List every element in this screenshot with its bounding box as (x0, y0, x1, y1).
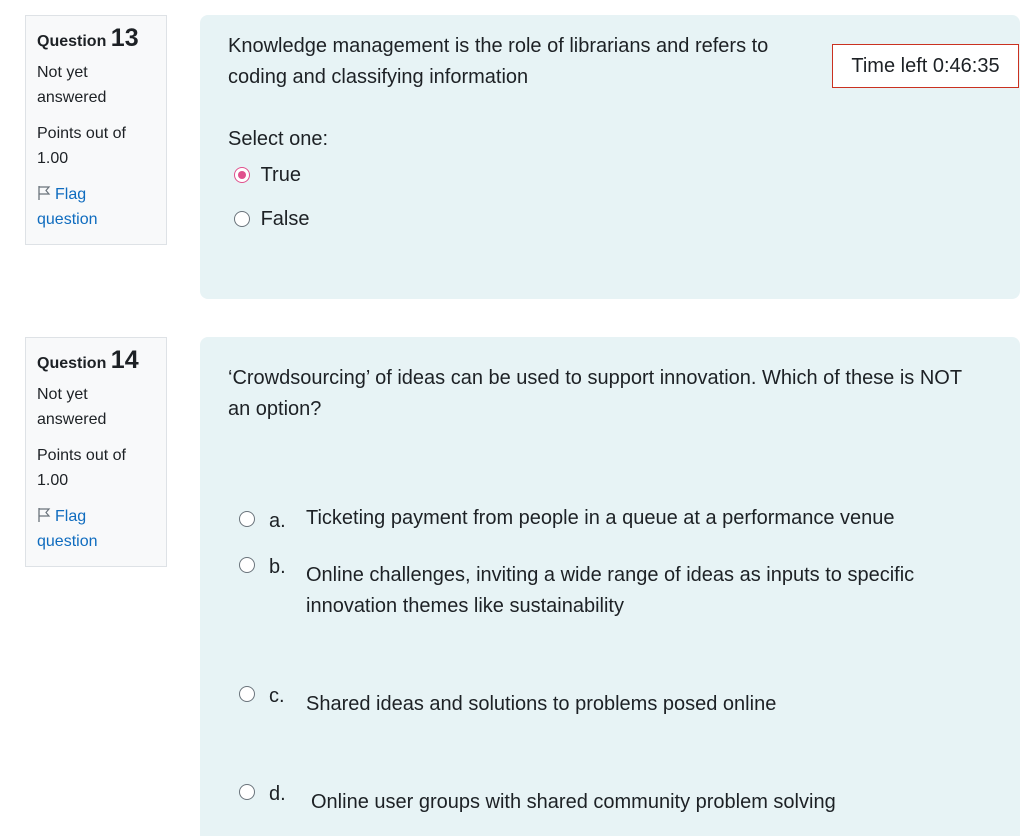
question-state: Not yet answered (37, 64, 107, 106)
flag-question-link[interactable]: Flag question (37, 504, 127, 554)
option-true[interactable]: True (234, 160, 301, 191)
option-label: Ticketing payment from people in a queue… (306, 507, 895, 529)
question-grade: Points out of 1.00 (37, 125, 126, 167)
question-info-14: Question 14 Not yet answered Points out … (25, 337, 167, 567)
radio-d[interactable] (239, 784, 255, 800)
flag-question-link[interactable]: Flag question (37, 182, 127, 232)
option-label: Online user groups with shared community… (311, 791, 836, 813)
question-title: Question 13 (37, 26, 155, 54)
question-grade: Points out of 1.00 (37, 447, 126, 489)
option-label: True (260, 164, 301, 186)
radio-b[interactable] (239, 557, 255, 573)
question-text: Knowledge management is the role of libr… (228, 35, 769, 88)
question-number: 14 (110, 346, 139, 374)
select-one-prompt: Select one: (228, 128, 329, 150)
option-false[interactable]: False (234, 204, 309, 235)
question-state: Not yet answered (37, 386, 107, 428)
option-letter: b. (269, 556, 286, 578)
question-number: 13 (110, 24, 139, 52)
option-label: False (260, 208, 310, 230)
option-label: Shared ideas and solutions to problems p… (306, 693, 777, 715)
radio-false[interactable] (234, 211, 250, 227)
time-left-timer: Time left 0:46:35 (832, 44, 1019, 88)
option-label: Online challenges, inviting a wide range… (306, 564, 915, 617)
question-label: Question (37, 355, 107, 372)
radio-c[interactable] (239, 686, 255, 702)
question-content-14: ‘Crowdsourcing’ of ideas can be used to … (200, 337, 1020, 836)
option-letter: d. (269, 783, 286, 805)
option-letter: c. (269, 685, 285, 707)
question-info-13: Question 13 Not yet answered Points out … (25, 15, 167, 245)
flag-icon (38, 186, 51, 200)
question-label: Question (37, 33, 107, 50)
option-letter: a. (269, 510, 286, 532)
radio-true[interactable] (234, 167, 250, 183)
radio-a[interactable] (239, 511, 255, 527)
flag-icon (38, 508, 51, 522)
option-d[interactable]: d. Online user groups with shared commun… (200, 337, 1020, 813)
question-title: Question 14 (37, 348, 155, 376)
